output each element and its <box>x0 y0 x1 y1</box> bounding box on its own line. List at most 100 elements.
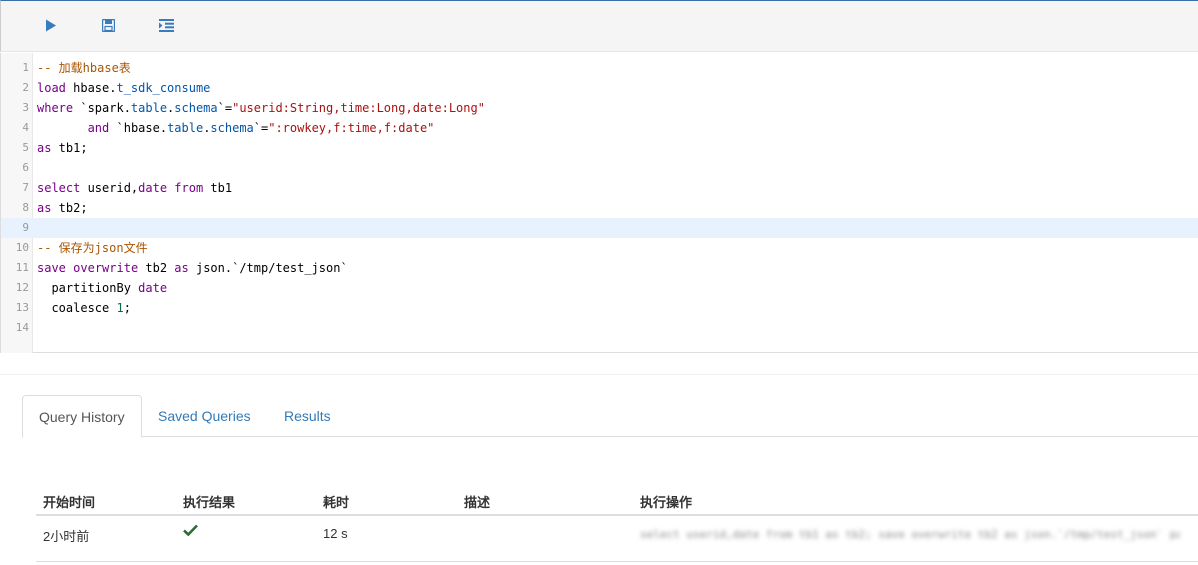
play-icon <box>46 19 56 31</box>
header-operation: 执行操作 <box>640 495 693 510</box>
code-token: json.`/tmp/test_json` <box>188 261 348 275</box>
code-token: userid, <box>80 181 139 195</box>
run-button[interactable] <box>41 15 61 35</box>
code-token: where <box>37 101 74 115</box>
code-token: tb1; <box>51 141 88 155</box>
code-line[interactable]: 14 <box>1 318 1198 338</box>
line-number: 11 <box>15 261 29 274</box>
result-tabs: Query History Saved Queries Results <box>22 395 1198 438</box>
code-text: as tb1; <box>37 138 88 158</box>
row-duration: 12 s <box>323 526 348 541</box>
table-header: 开始时间 执行结果 耗时 描述 执行操作 <box>36 484 1198 516</box>
code-line[interactable]: 1 -- 加载hbase表 <box>1 58 1198 78</box>
code-token: `= <box>217 101 233 115</box>
code-token: -- 保存为json文件 <box>37 241 148 255</box>
code-token: `spark. <box>73 101 131 115</box>
row-sql-text[interactable]: select userid,date from tb1 as tb2; save… <box>640 528 1180 541</box>
code-line[interactable]: 6 <box>1 158 1198 178</box>
row-start-time: 2小时前 <box>43 529 90 544</box>
code-token: select <box>37 181 81 195</box>
code-editor[interactable]: 1 -- 加载hbase表 2 load hbase.t_sdk_consume 3 wh… <box>0 53 1198 353</box>
code-text: coalesce 1; <box>37 298 131 318</box>
code-token: "userid:String,time:Long,date:Long" <box>232 101 485 115</box>
code-token: load <box>37 81 66 95</box>
code-token: table <box>130 101 168 115</box>
line-number: 9 <box>22 221 29 234</box>
code-token: save <box>37 261 66 275</box>
header-duration: 耗时 <box>323 495 350 510</box>
code-line[interactable]: 13 coalesce 1; <box>1 298 1198 318</box>
code-line[interactable]: 10 -- 保存为json文件 <box>1 238 1198 258</box>
code-text: partitionBy date <box>37 278 167 298</box>
code-line[interactable]: 11 save overwrite tb2 as json.`/tmp/test_… <box>1 258 1198 278</box>
code-token: as <box>174 261 189 275</box>
code-text: load hbase.t_sdk_consume <box>37 78 210 98</box>
code-token: ":rowkey,f:time,f:date" <box>268 121 435 135</box>
code-token: from <box>174 181 204 195</box>
indent-icon <box>158 18 174 32</box>
header-start-time: 开始时间 <box>43 495 96 510</box>
code-token: tb2; <box>51 201 88 215</box>
tab-query-history[interactable]: Query History <box>22 395 142 438</box>
line-number: 4 <box>22 121 29 134</box>
editor-toolbar <box>0 0 1198 52</box>
code-token: and <box>87 121 110 135</box>
line-number: 7 <box>22 181 29 194</box>
code-token: `= <box>253 121 269 135</box>
code-text: save overwrite tb2 as json.`/tmp/test_js… <box>37 258 348 278</box>
tab-results[interactable]: Results <box>268 395 347 437</box>
code-line[interactable]: 8 as tb2; <box>1 198 1198 218</box>
code-token: date <box>138 281 168 295</box>
code-token: schema <box>210 121 254 135</box>
floppy-disk-icon <box>101 18 115 32</box>
code-token: as <box>37 141 52 155</box>
line-number: 8 <box>22 201 29 214</box>
code-line[interactable]: 2 load hbase.t_sdk_consume <box>1 78 1198 98</box>
code-token: tb1 <box>203 181 233 195</box>
code-token: `hbase. <box>109 121 168 135</box>
code-text: -- 加载hbase表 <box>37 58 131 78</box>
format-button[interactable] <box>156 15 176 35</box>
code-token: coalesce <box>37 301 117 315</box>
header-result: 执行结果 <box>183 495 236 510</box>
code-line[interactable]: 9 <box>1 218 1198 238</box>
code-token: -- 加载hbase表 <box>37 61 131 75</box>
code-text: as tb2; <box>37 198 88 218</box>
line-number: 2 <box>22 81 29 94</box>
code-token: ; <box>123 301 131 315</box>
code-line[interactable]: 4 and `hbase.table.schema`=":rowkey,f:ti… <box>1 118 1198 138</box>
code-token: tb2 <box>138 261 175 275</box>
code-line[interactable]: 3 where `spark.table.schema`="userid:Stri… <box>1 98 1198 118</box>
code-token: schema <box>174 101 218 115</box>
code-token: hbase. <box>65 81 117 95</box>
header-description: 描述 <box>464 495 491 510</box>
save-button[interactable] <box>98 15 118 35</box>
code-text: and `hbase.table.schema`=":rowkey,f:time… <box>37 118 435 138</box>
code-line[interactable]: 7 select userid,date from tb1 <box>1 178 1198 198</box>
code-token: 1 <box>116 301 124 315</box>
table-row[interactable]: 2小时前 12 s select userid,date from tb1 as… <box>36 518 1198 562</box>
code-token: t_sdk_consume <box>116 81 211 95</box>
line-number: 6 <box>22 161 29 174</box>
line-number: 3 <box>22 101 29 114</box>
code-text: select userid,date from tb1 <box>37 178 232 198</box>
tab-saved-queries[interactable]: Saved Queries <box>142 395 267 437</box>
code-token: overwrite <box>73 261 139 275</box>
line-number: 13 <box>15 301 29 314</box>
line-number: 14 <box>15 321 29 334</box>
checkmark-icon <box>183 524 198 539</box>
code-token: date <box>138 181 168 195</box>
line-number: 1 <box>22 61 29 74</box>
code-line[interactable]: 12 partitionBy date <box>1 278 1198 298</box>
line-number: 5 <box>22 141 29 154</box>
divider <box>0 374 1198 375</box>
line-number: 10 <box>15 241 29 254</box>
code-token: table <box>167 121 204 135</box>
code-token: as <box>37 201 52 215</box>
code-token: partitionBy <box>37 281 139 295</box>
code-text: where `spark.table.schema`="userid:Strin… <box>37 98 485 118</box>
line-number: 12 <box>15 281 29 294</box>
code-text: -- 保存为json文件 <box>37 238 148 258</box>
code-line[interactable]: 5 as tb1; <box>1 138 1198 158</box>
